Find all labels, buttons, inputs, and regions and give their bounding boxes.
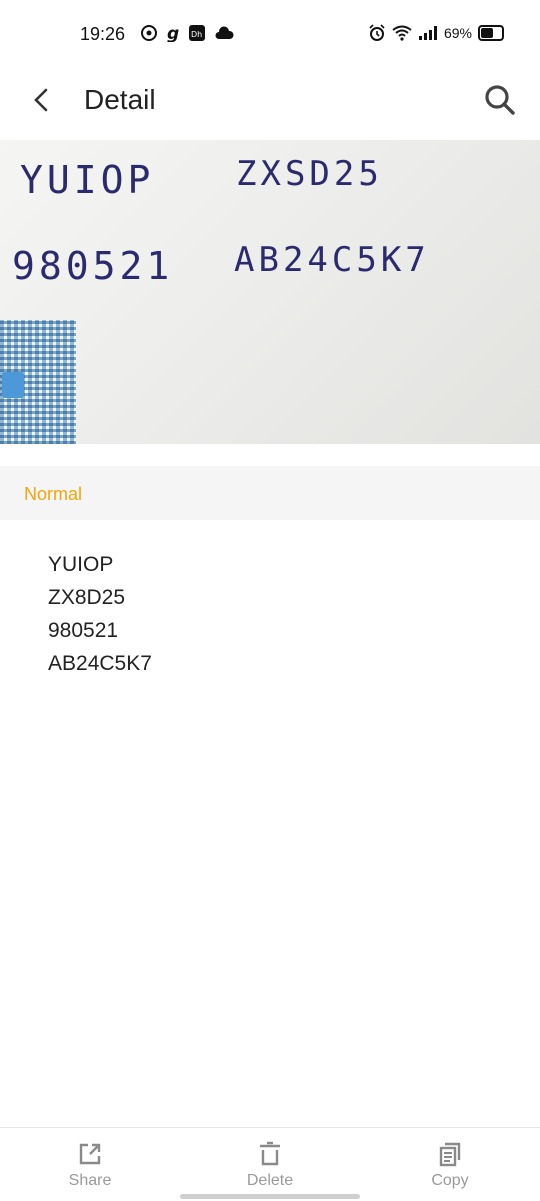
delete-icon bbox=[260, 1141, 280, 1166]
handwritten-text: ZXSD25 bbox=[236, 154, 383, 194]
result-line: ZX8D25 bbox=[48, 586, 126, 609]
handwritten-text: 980521 bbox=[12, 244, 174, 288]
alarm-icon bbox=[369, 24, 385, 41]
share-button[interactable]: Share bbox=[30, 1140, 150, 1190]
copy-button[interactable]: Copy bbox=[390, 1140, 510, 1190]
delete-label: Delete bbox=[246, 1172, 294, 1189]
share-label: Share bbox=[68, 1172, 112, 1189]
search-icon[interactable] bbox=[482, 82, 518, 118]
result-line: 980521 bbox=[48, 619, 119, 642]
music-app-icon bbox=[141, 25, 157, 41]
handwritten-text: YUIOP bbox=[20, 158, 155, 202]
result-line: AB24C5K7 bbox=[48, 652, 152, 675]
svg-text:Dh: Dh bbox=[191, 30, 202, 39]
cloud-icon bbox=[215, 26, 234, 39]
result-line: YUIOP bbox=[48, 553, 114, 576]
scanned-image: YUIOP ZXSD25 980521 AB24C5K7 bbox=[0, 140, 540, 444]
dailyhunt-icon: Dh bbox=[189, 25, 205, 41]
status-time: 19:26 bbox=[80, 24, 126, 44]
delete-button[interactable]: Delete bbox=[210, 1140, 330, 1190]
page-title: Detail bbox=[84, 84, 156, 115]
back-icon[interactable] bbox=[26, 82, 58, 118]
app-bar: Detail bbox=[0, 64, 540, 138]
wifi-icon bbox=[392, 25, 412, 41]
qr-logo-icon bbox=[2, 372, 24, 398]
mode-label[interactable]: Normal bbox=[24, 484, 82, 505]
g-app-icon: g bbox=[167, 24, 179, 42]
share-icon bbox=[79, 1143, 101, 1165]
recognized-text[interactable]: YUIOP ZX8D25 980521 AB24C5K7 bbox=[48, 548, 152, 680]
svg-text:g: g bbox=[167, 24, 179, 42]
qr-code-image bbox=[0, 320, 76, 444]
bottom-toolbar: Share Delete Copy bbox=[0, 1127, 540, 1201]
recognition-mode-bar: Normal bbox=[0, 466, 540, 520]
status-bar: 19:26 g Dh 69% bbox=[0, 0, 540, 64]
copy-icon bbox=[439, 1142, 461, 1167]
gesture-nav-handle[interactable] bbox=[180, 1194, 360, 1199]
copy-label: Copy bbox=[431, 1172, 469, 1189]
notification-icons: g Dh bbox=[140, 24, 234, 42]
handwritten-text: AB24C5K7 bbox=[234, 240, 430, 280]
signal-icon bbox=[418, 26, 437, 40]
system-status-icons: 69% bbox=[368, 24, 504, 42]
battery-icon bbox=[478, 25, 504, 41]
battery-percent: 69% bbox=[443, 25, 472, 41]
